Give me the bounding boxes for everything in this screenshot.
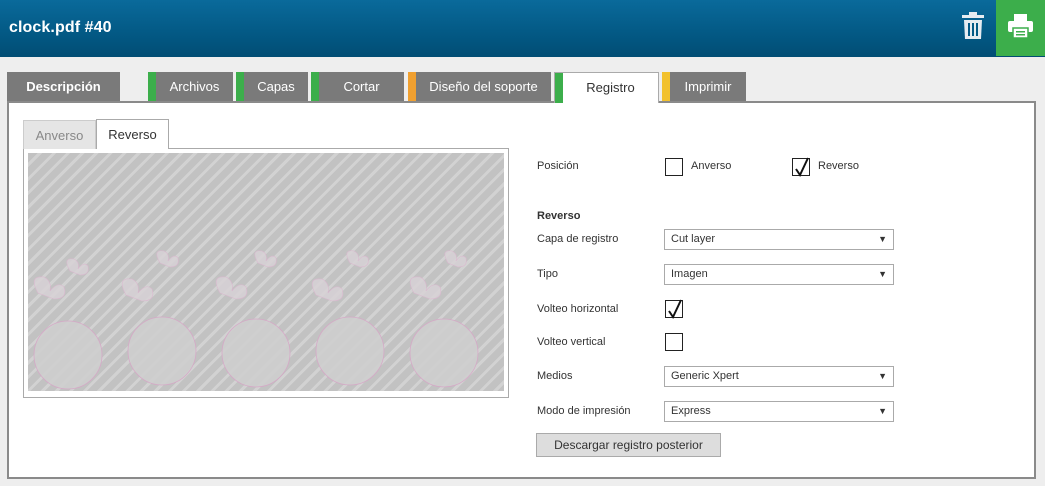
mode-value: Express	[671, 405, 711, 417]
subtab-label: Reverso	[108, 127, 157, 142]
tab-label: Capas	[257, 79, 295, 94]
mode-select[interactable]: Express ▼	[664, 401, 894, 422]
status-badge	[148, 72, 156, 101]
section-title: Reverso	[537, 210, 581, 222]
preview-canvas	[28, 153, 504, 391]
tab-registro[interactable]: Registro	[554, 72, 659, 103]
tab-descripcion[interactable]: Descripción	[7, 72, 120, 101]
position-label: Posición	[537, 160, 579, 172]
print-button[interactable]	[996, 0, 1045, 56]
status-badge	[662, 72, 670, 101]
triangle-down-icon: ▼	[878, 406, 887, 416]
layer-value: Cut layer	[671, 233, 716, 245]
top-bar: clock.pdf #40	[0, 0, 1045, 57]
tab-capas[interactable]: Capas	[236, 72, 308, 101]
status-badge	[236, 72, 244, 101]
tab-label: Cortar	[343, 79, 380, 94]
checkmark-icon	[795, 157, 809, 178]
subtab-reverso[interactable]: Reverso	[96, 119, 169, 149]
tab-label: Imprimir	[684, 79, 732, 94]
type-value: Imagen	[671, 268, 708, 280]
type-label: Tipo	[537, 268, 558, 280]
triangle-down-icon: ▼	[878, 269, 887, 279]
hflip-label: Volteo horizontal	[537, 303, 619, 315]
position-reverso-label: Reverso	[818, 160, 859, 172]
download-button[interactable]: Descargar registro posterior	[536, 433, 721, 457]
media-select[interactable]: Generic Xpert ▼	[664, 366, 894, 387]
position-anverso-checkbox[interactable]	[665, 158, 683, 176]
subtab-label: Anverso	[35, 128, 84, 143]
triangle-down-icon: ▼	[878, 234, 887, 244]
media-value: Generic Xpert	[671, 370, 739, 382]
subtab-anverso[interactable]: Anverso	[23, 120, 96, 149]
triangle-down-icon: ▼	[878, 371, 887, 381]
mode-label: Modo de impresión	[537, 405, 631, 417]
layer-select[interactable]: Cut layer ▼	[664, 229, 894, 250]
tab-label: Registro	[586, 80, 635, 95]
status-badge	[311, 72, 319, 101]
printer-icon	[1008, 14, 1033, 38]
registration-preview	[23, 148, 509, 398]
position-anverso-label: Anverso	[691, 160, 732, 172]
document-title: clock.pdf #40	[9, 19, 112, 36]
position-reverso-checkbox[interactable]	[792, 157, 810, 178]
status-badge	[408, 72, 416, 101]
tab-cortar[interactable]: Cortar	[311, 72, 404, 101]
trash-icon[interactable]	[961, 12, 985, 40]
vflip-checkbox[interactable]	[665, 333, 683, 351]
checkmark-icon	[668, 299, 682, 320]
hflip-checkbox[interactable]	[665, 299, 683, 320]
tab-label: Diseño del soporte	[429, 79, 538, 94]
tab-archivos[interactable]: Archivos	[148, 72, 233, 101]
tab-imprimir[interactable]: Imprimir	[662, 72, 746, 101]
media-label: Medios	[537, 370, 573, 382]
tab-diseno-del-soporte[interactable]: Diseño del soporte	[408, 72, 551, 101]
status-badge	[555, 73, 563, 103]
layer-label: Capa de registro	[537, 233, 619, 245]
tab-label: Archivos	[169, 79, 220, 94]
type-select[interactable]: Imagen ▼	[664, 264, 894, 285]
vflip-label: Volteo vertical	[537, 336, 606, 348]
tab-label: Descripción	[26, 79, 101, 94]
butterfly-clock-artwork	[33, 250, 479, 390]
